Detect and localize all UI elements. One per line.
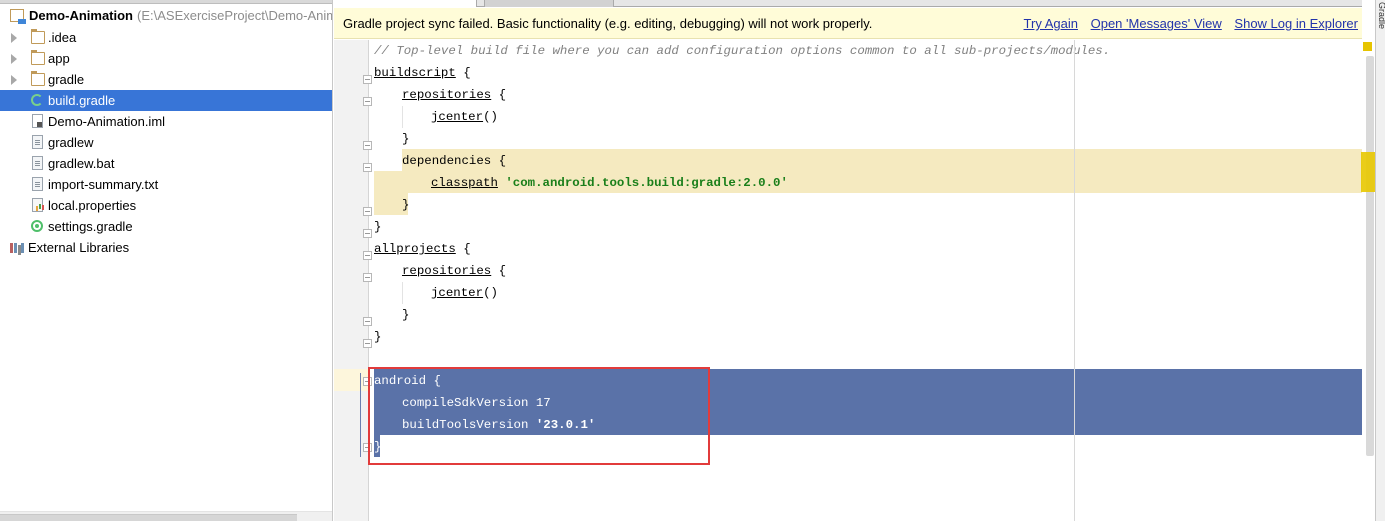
tab-build-gradle-project[interactable]: [334, 0, 477, 7]
tree-item-demo-animation-iml[interactable]: Demo-Animation.iml: [0, 111, 332, 132]
tree-item-label: gradlew: [48, 135, 94, 150]
keyword-jcenter: jcenter: [431, 286, 484, 300]
tree-item-label: settings.gradle: [48, 219, 133, 234]
editor-tab-bar: [334, 0, 1362, 7]
code-line-comment: // Top-level build file where you can ad…: [374, 44, 1111, 58]
show-log-in-explorer-link[interactable]: Show Log in Explorer: [1234, 16, 1358, 31]
root-name: Demo-Animation: [29, 8, 133, 23]
gradle-settings-icon: [31, 220, 43, 232]
text-file-icon: [32, 135, 43, 149]
text-file-icon: [32, 156, 43, 170]
tree-root-demo-animation[interactable]: Demo-Animation (E:\ASExerciseProject\Demo…: [0, 5, 333, 26]
code-line-close: }: [402, 132, 410, 146]
project-horizontal-scrollbar[interactable]: [0, 511, 332, 521]
keyword-classpath: classpath: [431, 176, 498, 190]
scrollbar-thumb[interactable]: [0, 514, 297, 521]
expand-arrow-icon[interactable]: [11, 75, 17, 85]
code-line-repositories: repositories {: [402, 260, 506, 282]
code-line-close: }: [402, 198, 410, 212]
keyword-allprojects: allprojects: [374, 242, 456, 256]
brace: {: [498, 88, 507, 102]
code-line-classpath: classpath 'com.android.tools.build:gradl…: [431, 172, 788, 194]
libraries-icon: [10, 241, 24, 253]
expand-arrow-icon[interactable]: [11, 33, 17, 43]
project-panel: Demo-Animation (E:\ASExerciseProject\Demo…: [0, 0, 333, 521]
gradle-sync-notification: Gradle project sync failed. Basic functi…: [334, 8, 1362, 39]
tree-item-gradlew-bat[interactable]: gradlew.bat: [0, 153, 332, 174]
tree-item-external-libraries[interactable]: External Libraries: [0, 237, 332, 258]
tree-item-label: .idea: [48, 30, 77, 45]
tree-item-label: gradle: [48, 72, 85, 87]
keyword-dependencies: dependencies: [402, 154, 492, 168]
gradle-icon: [31, 94, 43, 106]
code-line-dependencies: dependencies {: [402, 150, 506, 172]
try-again-link[interactable]: Try Again: [1024, 16, 1078, 31]
tree-item-idea[interactable]: .idea: [0, 27, 332, 48]
gradle-tool-window-strip[interactable]: Gradle: [1375, 0, 1385, 521]
project-panel-header: [0, 0, 332, 4]
tree-item-app[interactable]: app: [0, 48, 332, 69]
code-line-allprojects: allprojects {: [374, 238, 471, 260]
code-line-repositories: repositories {: [402, 84, 506, 106]
editor-vertical-scrollbar[interactable]: [1366, 56, 1374, 456]
root-path: (E:\ASExerciseProject\Demo-Anim: [137, 8, 333, 23]
tree-item-local-properties[interactable]: local.properties: [0, 195, 332, 216]
tree-item-label: gradlew.bat: [48, 156, 115, 171]
tree-item-label: app: [48, 51, 70, 66]
code-line-jcenter: jcenter(): [431, 282, 498, 304]
tree-item-label: local.properties: [48, 198, 137, 213]
highlight-stripe-marker[interactable]: [1361, 152, 1375, 192]
code-line-close: }: [402, 308, 410, 322]
folder-icon: [30, 50, 45, 65]
tree-item-settings-gradle[interactable]: settings.gradle: [0, 216, 332, 237]
code-line-jcenter: jcenter(): [431, 106, 498, 128]
folder-icon: [30, 29, 45, 44]
keyword-repositories: repositories: [402, 88, 492, 102]
annotation-highlight-box: [368, 367, 710, 465]
parens: (): [483, 286, 498, 300]
code-line-close: }: [374, 220, 382, 234]
tree-item-label: External Libraries: [28, 240, 130, 255]
keyword-repositories: repositories: [402, 264, 492, 278]
code-line-close: }: [374, 330, 382, 344]
parens: (): [483, 110, 498, 124]
tree-item-gradle[interactable]: gradle: [0, 69, 332, 90]
tab-build-gradle-app[interactable]: [484, 0, 614, 7]
folder-icon: [30, 71, 45, 86]
gradle-tool-window-label[interactable]: Gradle: [1377, 2, 1385, 29]
properties-file-icon: [32, 198, 43, 212]
keyword-jcenter: jcenter: [431, 110, 484, 124]
brace: {: [463, 66, 471, 80]
tree-item-label: Demo-Animation.iml: [48, 114, 166, 129]
warning-marker-icon[interactable]: [1363, 42, 1372, 51]
keyword-buildscript: buildscript: [374, 66, 456, 80]
brace: {: [498, 154, 507, 168]
brace: {: [463, 242, 471, 256]
code-line-buildscript: buildscript {: [374, 62, 471, 84]
tree-item-label: import-summary.txt: [48, 177, 159, 192]
iml-file-icon: [32, 114, 43, 128]
notification-message: Gradle project sync failed. Basic functi…: [343, 16, 873, 31]
brace: {: [498, 264, 507, 278]
tree-item-label: build.gradle: [48, 93, 116, 108]
caret-line-marker: [360, 373, 361, 457]
open-messages-view-link[interactable]: Open 'Messages' View: [1091, 16, 1222, 31]
tree-item-gradlew[interactable]: gradlew: [0, 132, 332, 153]
classpath-string: 'com.android.tools.build:gradle:2.0.0': [505, 176, 788, 190]
tree-item-import-summary[interactable]: import-summary.txt: [0, 174, 332, 195]
tree-item-build-gradle[interactable]: build.gradle: [0, 90, 332, 111]
expand-arrow-icon[interactable]: [11, 54, 17, 64]
text-file-icon: [32, 177, 43, 191]
right-margin-guide: [1074, 40, 1075, 521]
module-icon: [10, 9, 26, 24]
